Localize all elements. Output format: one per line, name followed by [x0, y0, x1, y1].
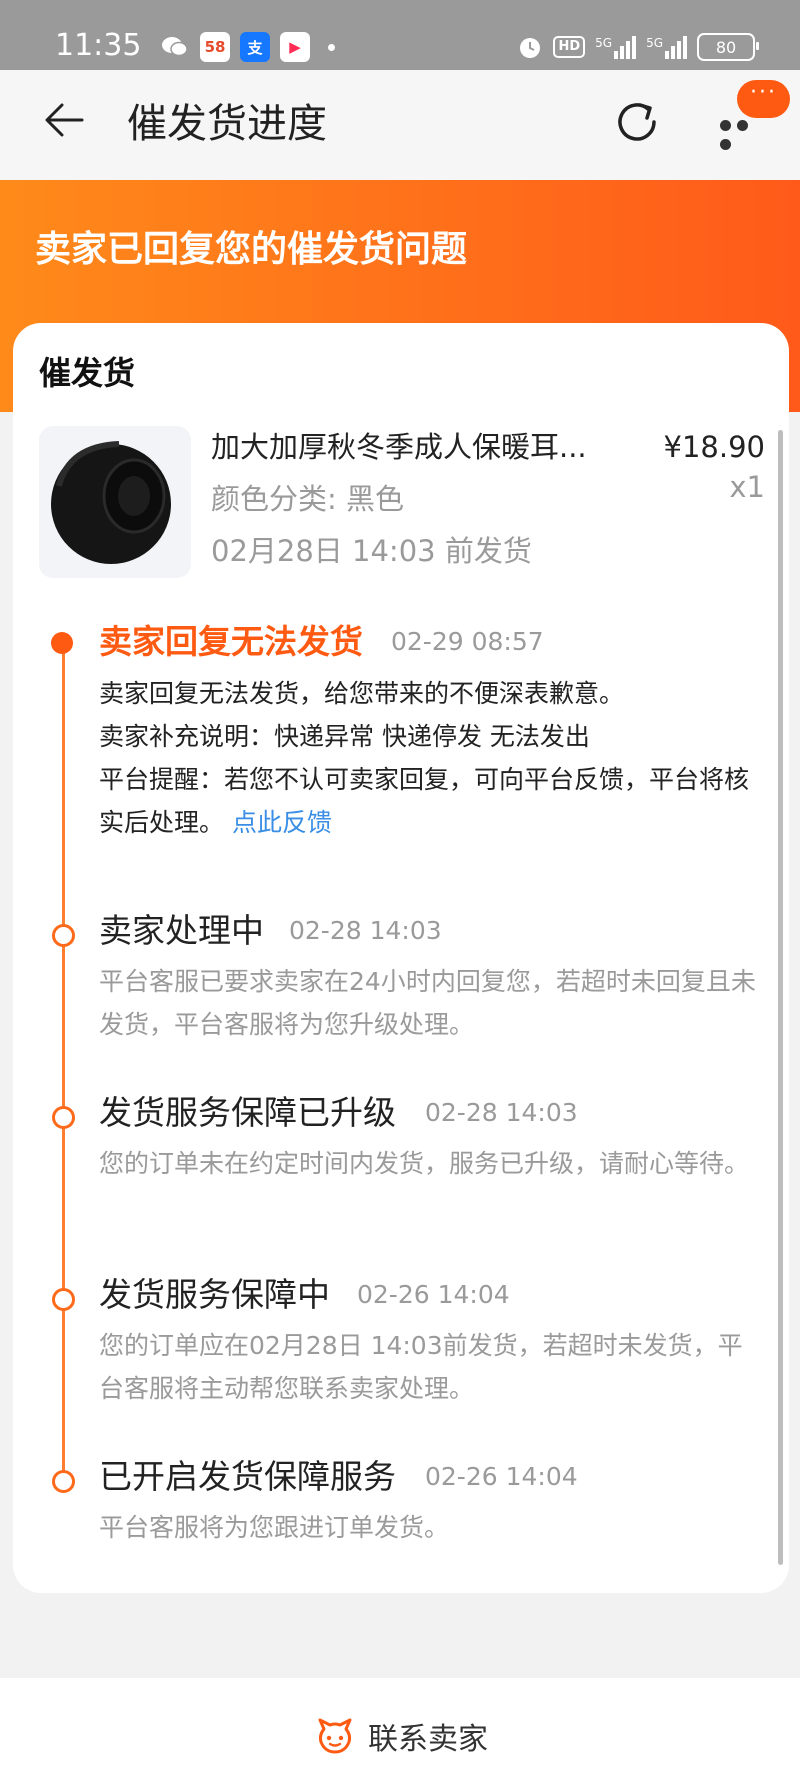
back-button[interactable] [40, 95, 90, 145]
event-time: 02-26 14:04 [357, 1280, 510, 1309]
arrow-left-icon [45, 103, 84, 137]
contact-seller-button[interactable]: 联系卖家 [316, 1716, 488, 1757]
event-body: 您的订单未在约定时间内发货，服务已升级，请耐心等待。 [99, 1149, 750, 1178]
event-line-text: 平台提醒：若您不认可卖家回复，可向平台反馈，平台将核实后处理。 [99, 765, 750, 837]
status-right: HD 5G 5G 80 [517, 30, 759, 64]
event-title: 发货服务保障已升级 [99, 1093, 396, 1132]
wechat-icon [160, 32, 190, 62]
product-quantity: x1 [729, 470, 765, 504]
product-price: ¥18.90 [663, 430, 765, 464]
product-image[interactable] [39, 426, 191, 578]
more-bubble-badge[interactable]: ··· [737, 80, 790, 118]
event-title: 已开启发货保障服务 [99, 1457, 396, 1496]
video-icon: ▶ [280, 32, 310, 62]
event-body: 平台客服已要求卖家在24小时内回复您，若超时未回复且未发货，平台客服将为您升级处… [99, 967, 756, 1039]
event-title: 卖家回复无法发货 [99, 622, 363, 661]
event-body: 卖家回复无法发货，给您带来的不便深表歉意。 卖家补充说明：快递异常 快递停发 无… [99, 672, 759, 844]
event-title: 发货服务保障中 [99, 1275, 330, 1314]
event-time: 02-26 14:04 [425, 1462, 578, 1491]
timeline-dot [52, 1106, 75, 1129]
earmuff-icon [51, 441, 171, 564]
contact-seller-label: 联系卖家 [368, 1722, 488, 1757]
event-title: 卖家处理中 [99, 911, 264, 950]
page-title: 催发货进度 [127, 101, 327, 147]
more-dot [720, 120, 731, 131]
product-spec: 颜色分类: 黑色 [211, 482, 404, 516]
alipay-icon: 支 [240, 32, 270, 62]
hd-icon: HD [553, 36, 586, 58]
58-icon: 58 [200, 32, 230, 62]
net-2-label: 5G [646, 35, 663, 50]
event-time: 02-28 14:03 [425, 1098, 578, 1127]
timeline-line [62, 643, 65, 1483]
timeline-dot-active [51, 632, 73, 654]
status-bar: 11:35 58 支 ▶ HD 5G 5G 80 [0, 0, 800, 70]
nav-bar: 催发货进度 [0, 70, 800, 180]
refresh-icon [618, 103, 656, 141]
product-ship-by: 02月28日 14:03 前发货 [211, 534, 532, 568]
more-dot [737, 120, 748, 131]
refresh-button[interactable] [610, 95, 664, 149]
event-line: 卖家回复无法发货，给您带来的不便深表歉意。 [99, 679, 625, 708]
feedback-link[interactable]: 点此反馈 [232, 808, 332, 837]
battery-icon: 80 [697, 33, 759, 61]
event-time: 02-29 08:57 [391, 627, 544, 656]
status-time: 11:35 [55, 28, 142, 63]
event-line: 平台提醒：若您不认可卖家回复，可向平台反馈，平台将核实后处理。 点此反馈 [99, 758, 759, 844]
more-button[interactable] [720, 116, 770, 150]
banner-title: 卖家已回复您的催发货问题 [35, 229, 468, 270]
event-time: 02-28 14:03 [289, 916, 442, 945]
scrollbar[interactable] [778, 430, 783, 1565]
more-dot [720, 139, 731, 150]
timeline-dot [52, 1288, 75, 1311]
footer-bar: 联系卖家 [0, 1678, 800, 1788]
timeline-dot [52, 1470, 75, 1493]
event-body: 您的订单应在02月28日 14:03前发货，若超时未发货，平台客服将主动帮您联系… [99, 1331, 743, 1403]
event-line: 卖家补充说明：快递异常 快递停发 无法发出 [99, 722, 590, 751]
timeline-dot [52, 924, 75, 947]
card-title: 催发货 [39, 354, 136, 392]
seller-chat-icon [318, 1718, 352, 1754]
signal-2-icon: 5G [646, 35, 687, 59]
status-app-icons: 58 支 ▶ [160, 30, 335, 64]
progress-card: 催发货 加大加厚秋冬季成人保暖耳... 颜色分类: 黑色 02月28日 14:0… [13, 323, 789, 1593]
product-name[interactable]: 加大加厚秋冬季成人保暖耳... [211, 428, 587, 466]
signal-1-icon: 5G [595, 35, 637, 59]
event-body: 平台客服将为您跟进订单发货。 [99, 1513, 450, 1542]
alarm-icon [520, 38, 541, 58]
net-1-label: 5G [595, 35, 613, 50]
more-notifications-dot [328, 43, 335, 51]
